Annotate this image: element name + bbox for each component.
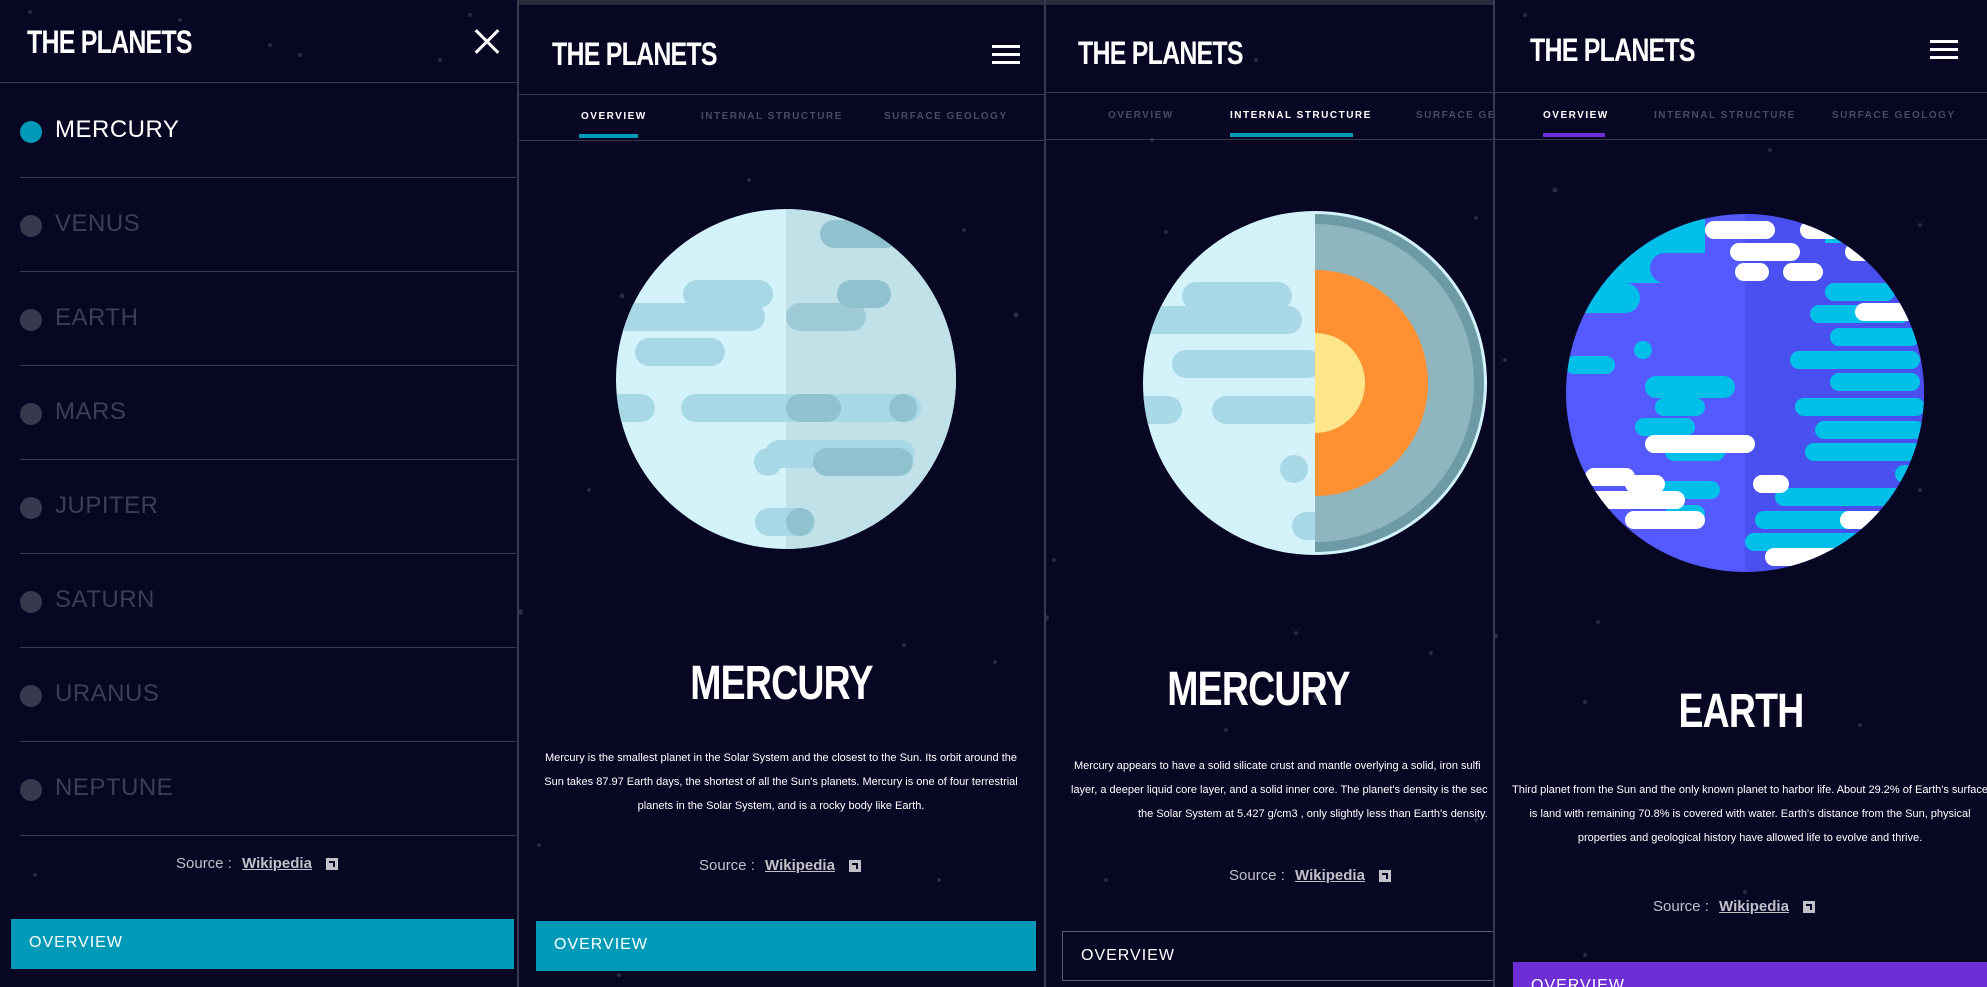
hamburger-icon[interactable]: [992, 45, 1020, 65]
planet-dot-icon: [20, 215, 42, 237]
planet-name: EARTH: [1678, 685, 1804, 738]
planet-dot-icon: [20, 591, 42, 613]
source-label: Source :: [699, 857, 755, 874]
app-logo[interactable]: THE PLANETS: [552, 36, 718, 73]
menu-item-label: JUPITER: [55, 492, 159, 519]
source-link[interactable]: Wikipedia: [1719, 898, 1789, 915]
overview-button-label: OVERVIEW: [29, 934, 123, 951]
planet-dot-icon: [20, 121, 42, 143]
mercury-overview-screen: THE PLANETS OVERVIEW INTERNAL STRUCTURE …: [519, 0, 1044, 987]
tab-overview[interactable]: OVERVIEW: [581, 111, 647, 122]
tab-overview[interactable]: OVERVIEW: [1543, 110, 1609, 121]
planet-dot-icon: [20, 497, 42, 519]
overview-button-label: OVERVIEW: [1531, 977, 1625, 987]
menu-item-earth[interactable]: EARTH: [20, 271, 516, 366]
menu-source: Source : Wikipedia: [176, 855, 339, 872]
tab-surface-geology[interactable]: SURFACE GEOLOGY: [1832, 110, 1956, 121]
tab-overview[interactable]: OVERVIEW: [1108, 110, 1174, 121]
planet-description: Mercury is the smallest planet in the So…: [544, 752, 1018, 812]
app-logo[interactable]: THE PLANETS: [1530, 32, 1696, 69]
header-divider: [1046, 92, 1493, 93]
menu-item-label: VENUS: [55, 210, 141, 237]
source-link[interactable]: Wikipedia: [765, 857, 835, 874]
overview-button[interactable]: OVERVIEW: [1062, 931, 1493, 981]
menu-item-mercury[interactable]: MERCURY: [20, 83, 516, 178]
app-logo[interactable]: THE PLANETS: [27, 24, 193, 61]
menu-item-label: MARS: [55, 398, 127, 425]
planet-source: Source : Wikipedia: [1229, 867, 1392, 884]
tab-active-indicator: [1230, 133, 1353, 137]
external-link-icon[interactable]: [1379, 870, 1392, 883]
planet-dot-icon: [20, 779, 42, 801]
menu-item-mars[interactable]: MARS: [20, 365, 516, 460]
planet-dot-icon: [20, 685, 42, 707]
tabs-divider: [519, 140, 1044, 141]
overview-button[interactable]: OVERVIEW: [1513, 962, 1987, 987]
tab-active-indicator: [1543, 133, 1605, 137]
header-divider: [1495, 92, 1987, 93]
hamburger-icon[interactable]: [1930, 40, 1958, 60]
mercury-structure-screen: THE PLANETS OVERVIEW INTERNAL STRUCTURE …: [1046, 0, 1493, 987]
source-label: Source :: [1653, 898, 1709, 915]
menu-item-label: URANUS: [55, 680, 160, 707]
menu-item-label: MERCURY: [55, 116, 180, 143]
tabs-divider: [1046, 139, 1493, 140]
tab-internal-structure[interactable]: INTERNAL STRUCTURE: [1230, 110, 1372, 121]
tab-surface-geology[interactable]: SURFACE GEOLOGY: [884, 111, 1008, 122]
menu-item-saturn[interactable]: SATURN: [20, 553, 516, 648]
description-line-3: the Solar System at 5.427 g/cm3 , only s…: [1138, 808, 1488, 820]
tab-surface-geology[interactable]: SURFACE GEO: [1416, 110, 1493, 121]
planet-description: Third planet from the Sun and the only k…: [1512, 784, 1987, 844]
source-link[interactable]: Wikipedia: [242, 855, 312, 872]
close-icon[interactable]: [474, 29, 500, 55]
top-strip: [1046, 0, 1493, 5]
planet-dot-icon: [20, 403, 42, 425]
earth-overview-screen: THE PLANETS OVERVIEW INTERNAL STRUCTURE …: [1495, 0, 1987, 987]
planet-dot-icon: [20, 309, 42, 331]
external-link-icon[interactable]: [849, 860, 862, 873]
menu-screen: THE PLANETS MERCURY VENUS EARTH MARS JUPITER…: [0, 0, 517, 987]
source-link[interactable]: Wikipedia: [1295, 867, 1365, 884]
source-label: Source :: [176, 855, 232, 872]
menu-item-label: NEPTUNE: [55, 774, 174, 801]
description-line-2: layer, a deeper liquid core layer, and a…: [1071, 784, 1488, 796]
tab-internal-structure[interactable]: INTERNAL STRUCTURE: [701, 111, 843, 122]
source-label: Source :: [1229, 867, 1285, 884]
tab-internal-structure[interactable]: INTERNAL STRUCTURE: [1654, 110, 1796, 121]
overview-button-label: OVERVIEW: [1081, 947, 1175, 964]
menu-item-label: SATURN: [55, 586, 155, 613]
tabs-divider: [1495, 139, 1987, 140]
external-link-icon[interactable]: [326, 858, 339, 871]
top-strip: [519, 0, 1044, 5]
planet-name: MERCURY: [690, 657, 873, 710]
overview-button[interactable]: OVERVIEW: [536, 921, 1036, 971]
overview-button-label: OVERVIEW: [554, 936, 648, 953]
menu-item-uranus[interactable]: URANUS: [20, 647, 516, 742]
menu-item-label: EARTH: [55, 304, 139, 331]
earth-planet-image: [1566, 214, 1924, 572]
external-link-icon[interactable]: [1803, 901, 1816, 914]
planet-source: Source : Wikipedia: [699, 857, 862, 874]
mercury-internal-image: [1143, 211, 1487, 555]
app-logo[interactable]: THE PLANETS: [1078, 35, 1244, 72]
menu-item-jupiter[interactable]: JUPITER: [20, 459, 516, 554]
overview-button[interactable]: OVERVIEW: [11, 919, 514, 969]
tab-active-indicator: [579, 134, 638, 138]
header-divider: [519, 94, 1044, 95]
planet-name: MERCURY: [1167, 663, 1350, 716]
description-line-1: Mercury appears to have a solid silicate…: [1074, 760, 1481, 772]
mercury-planet-image: [616, 209, 956, 549]
menu-item-neptune[interactable]: NEPTUNE: [20, 741, 516, 836]
menu-item-venus[interactable]: VENUS: [20, 177, 516, 272]
planet-source: Source : Wikipedia: [1653, 898, 1816, 915]
